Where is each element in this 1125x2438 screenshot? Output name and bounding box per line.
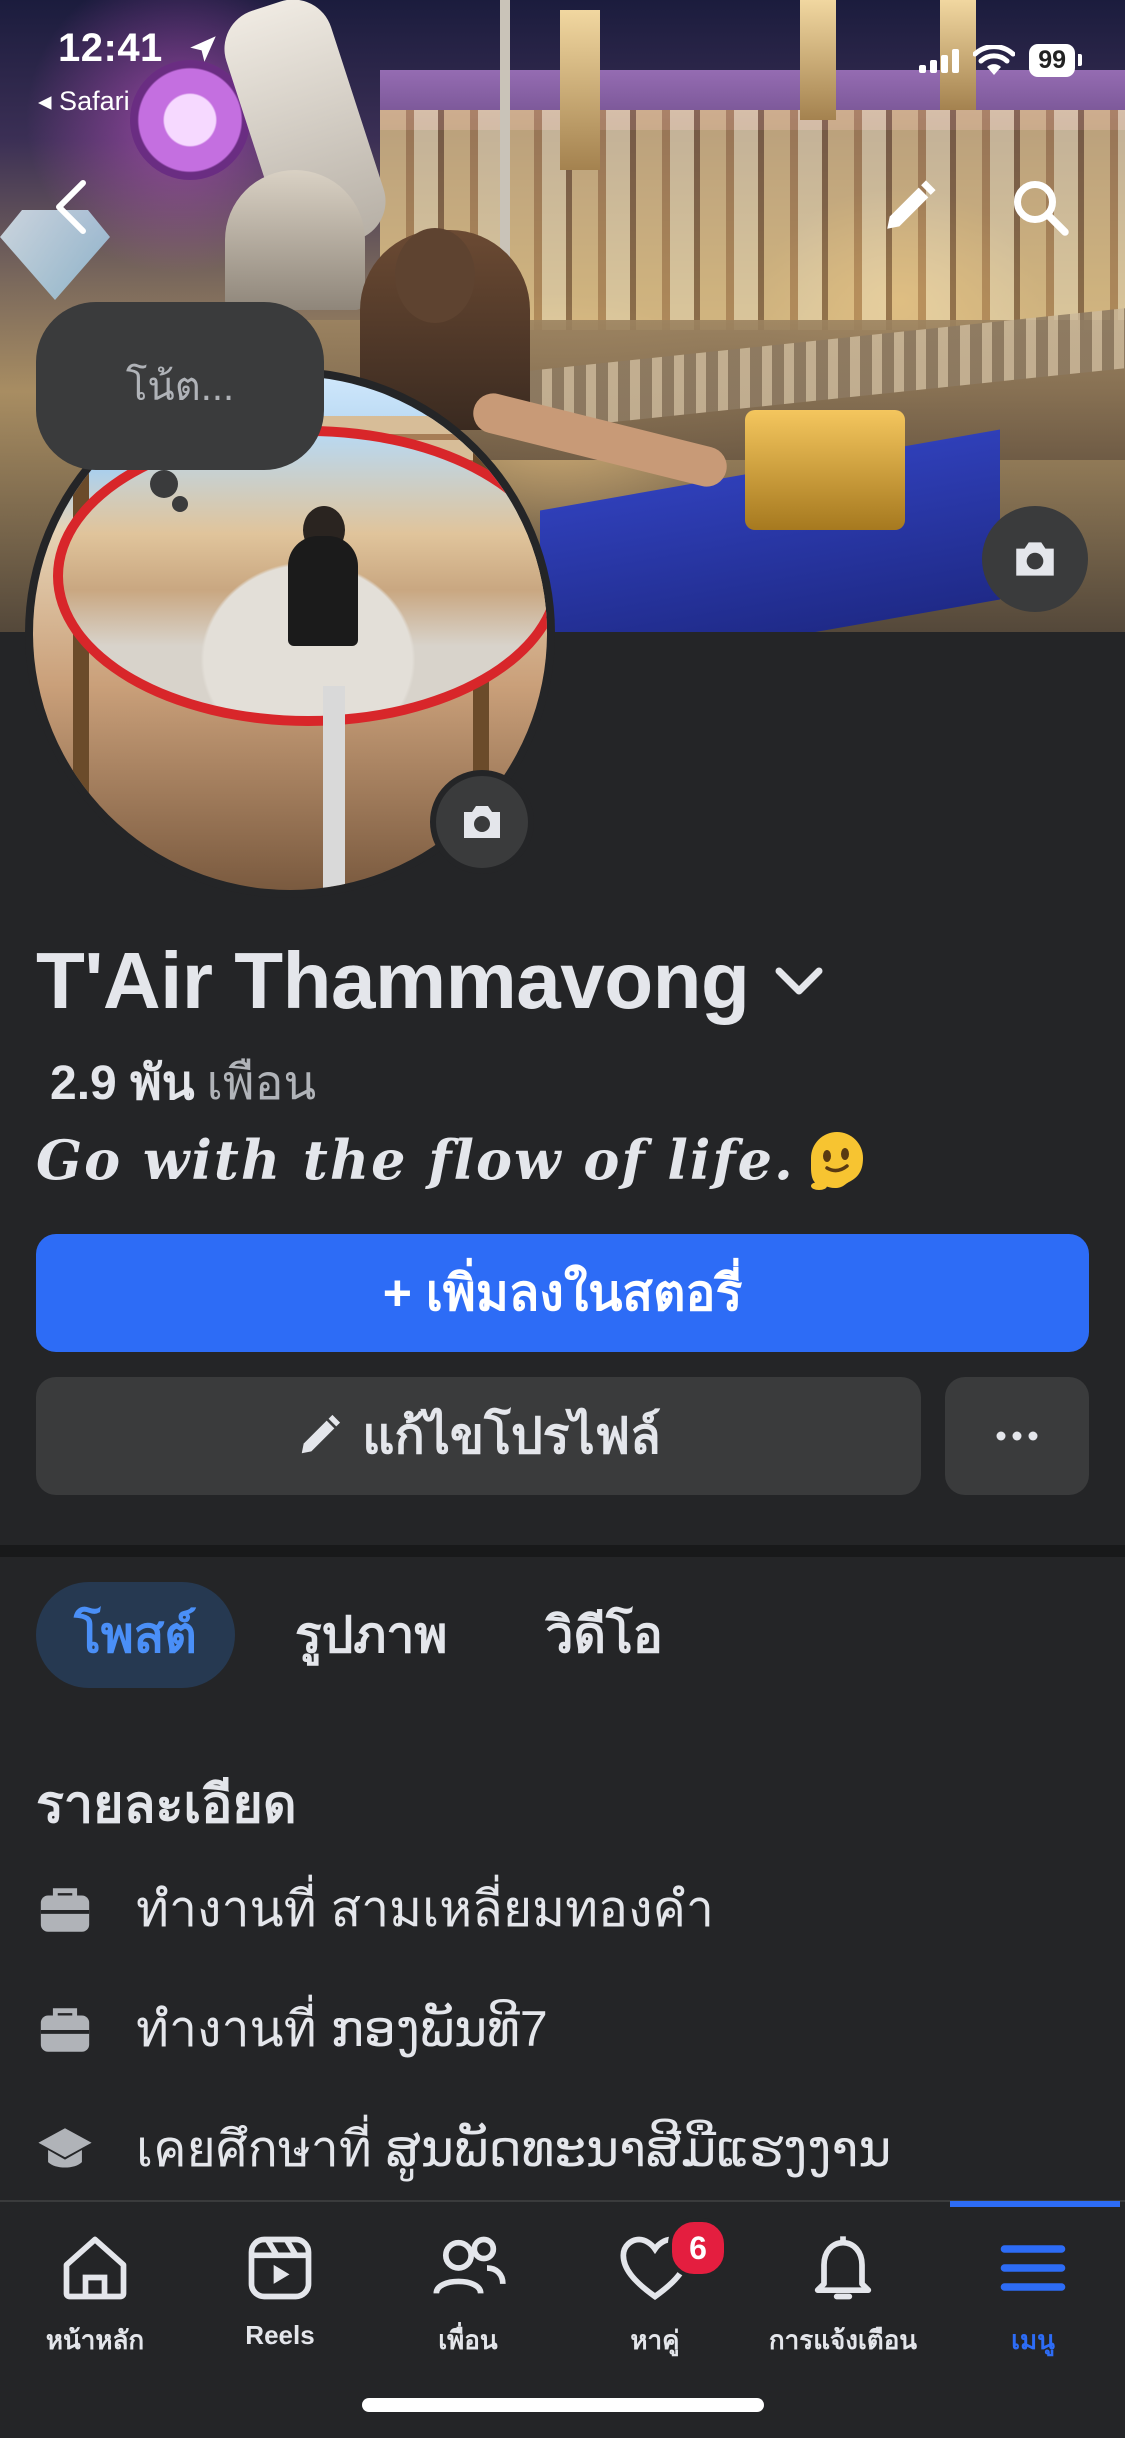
nav-friends[interactable]: เพื่อน	[373, 2230, 563, 2361]
back-button[interactable]	[36, 172, 106, 242]
location-arrow-icon	[190, 36, 216, 62]
nav-home[interactable]: หน้าหลัก	[0, 2230, 190, 2361]
search-icon	[1014, 181, 1069, 236]
detail-education[interactable]: เคยศึกษาที่ ສູນພັດທະນາສີມືແຮງງານ	[36, 2110, 891, 2189]
edit-cover-button[interactable]	[874, 172, 944, 242]
pencil-icon	[887, 180, 936, 229]
friends-count-number: 2.9 พัน	[50, 1057, 195, 1110]
status-time: 12:41	[58, 26, 163, 70]
detail-education-prefix: เคยศึกษาที่	[136, 2121, 372, 2177]
nav-dating-label: หาคู่	[630, 2325, 680, 2355]
tab-videos[interactable]: วิดีโอ	[507, 1582, 700, 1688]
detail-work-2-value: ກອງພັນທີ7	[330, 2001, 548, 2057]
nav-notifications[interactable]: การแจ้งเตือน	[748, 2230, 938, 2361]
active-tab-indicator	[950, 2201, 1120, 2207]
reels-icon	[248, 2236, 312, 2300]
graduation-cap-icon	[38, 2127, 92, 2168]
nav-home-label: หน้าหลัก	[45, 2325, 145, 2355]
nav-reels[interactable]: Reels	[185, 2230, 375, 2351]
nav-friends-label: เพื่อน	[438, 2325, 498, 2355]
nav-notifications-label: การแจ้งเตือน	[768, 2325, 918, 2355]
camera-icon	[464, 806, 500, 838]
details-heading: รายละเอียด	[36, 1776, 297, 1834]
tab-photos-label: รูปภาพ	[294, 1606, 448, 1663]
bell-icon	[814, 2236, 872, 2300]
nav-reels-label: Reels	[245, 2320, 315, 2350]
battery-indicator: 99	[1029, 44, 1082, 77]
detail-work-1-value: สามเหลี่ยมทองคำ	[330, 1881, 715, 1937]
chevron-down-icon	[775, 967, 823, 995]
note-bubble[interactable]: โน้ต...	[36, 302, 324, 470]
chevron-left-icon	[56, 180, 86, 234]
nav-menu-label: เมนู	[1011, 2325, 1055, 2355]
friends-count-label: เพือน	[206, 1057, 317, 1110]
detail-education-value: ສູນພັດທະນາສີມືແຮງງານ	[385, 2121, 892, 2177]
tab-posts-label: โพสต์	[74, 1606, 197, 1663]
note-placeholder: โน้ต...	[125, 365, 235, 409]
profile-bio: Go with the flow of life.	[36, 1128, 869, 1192]
wifi-icon	[973, 44, 1016, 75]
tab-posts[interactable]: โพสต์	[36, 1582, 235, 1688]
detail-work-2-prefix: ทำงานที่	[136, 2001, 317, 2057]
more-options-button[interactable]	[945, 1377, 1089, 1495]
note-bubble-tail-small	[172, 496, 188, 512]
section-divider	[0, 1545, 1125, 1557]
tab-photos[interactable]: รูปภาพ	[257, 1582, 486, 1688]
camera-icon	[1016, 542, 1054, 576]
briefcase-icon	[40, 1887, 90, 1932]
change-cover-photo-button[interactable]	[982, 506, 1088, 612]
home-indicator	[362, 2398, 764, 2412]
status-indicators: 99	[919, 44, 1082, 77]
profile-tabs: โพสต์ รูปภาพ วิดีโอ	[36, 1582, 701, 1688]
cellular-signal-icon	[919, 48, 960, 73]
briefcase-icon	[40, 2007, 90, 2052]
edit-profile-label: แก้ไขโปรไฟล์	[362, 1407, 661, 1464]
nav-dating[interactable]: 6 หาคู่	[560, 2218, 750, 2361]
dating-badge: 6	[668, 2218, 728, 2278]
profile-name-row[interactable]: T'Air Thammavong	[36, 935, 825, 1027]
friends-count[interactable]: 2.9 พัน เพือน	[50, 1045, 316, 1121]
back-to-safari[interactable]: ◂ Safari	[38, 86, 130, 117]
detail-work-1-prefix: ทำงานที่	[136, 1881, 317, 1937]
melting-face-emoji-icon	[810, 1132, 863, 1190]
search-button[interactable]	[1005, 172, 1075, 242]
more-dots-icon	[996, 1431, 1038, 1441]
detail-work-1[interactable]: ทำงานที่ สามเหลี่ยมทองคำ	[36, 1870, 714, 1949]
pencil-icon	[302, 1414, 341, 1454]
home-icon	[63, 2236, 127, 2300]
add-to-story-label: + เพิ่มลงในสตอรี่	[382, 1264, 743, 1321]
note-bubble-tail	[150, 470, 178, 498]
detail-work-2[interactable]: ทำงานที่ ກອງພັນທີ7	[36, 1990, 548, 2069]
menu-icon	[1000, 2245, 1066, 2291]
nav-menu[interactable]: เมนู	[938, 2230, 1125, 2361]
edit-profile-button[interactable]: แก้ไขโปรไฟล์	[36, 1377, 921, 1495]
tab-videos-label: วิดีโอ	[545, 1606, 663, 1663]
bio-text: Go with the flow of life.	[36, 1128, 795, 1192]
friends-icon	[433, 2236, 506, 2295]
profile-name: T'Air Thammavong	[36, 936, 750, 1025]
change-profile-picture-button[interactable]	[430, 770, 534, 874]
add-to-story-button[interactable]: + เพิ่มลงในสตอรี่	[36, 1234, 1089, 1352]
